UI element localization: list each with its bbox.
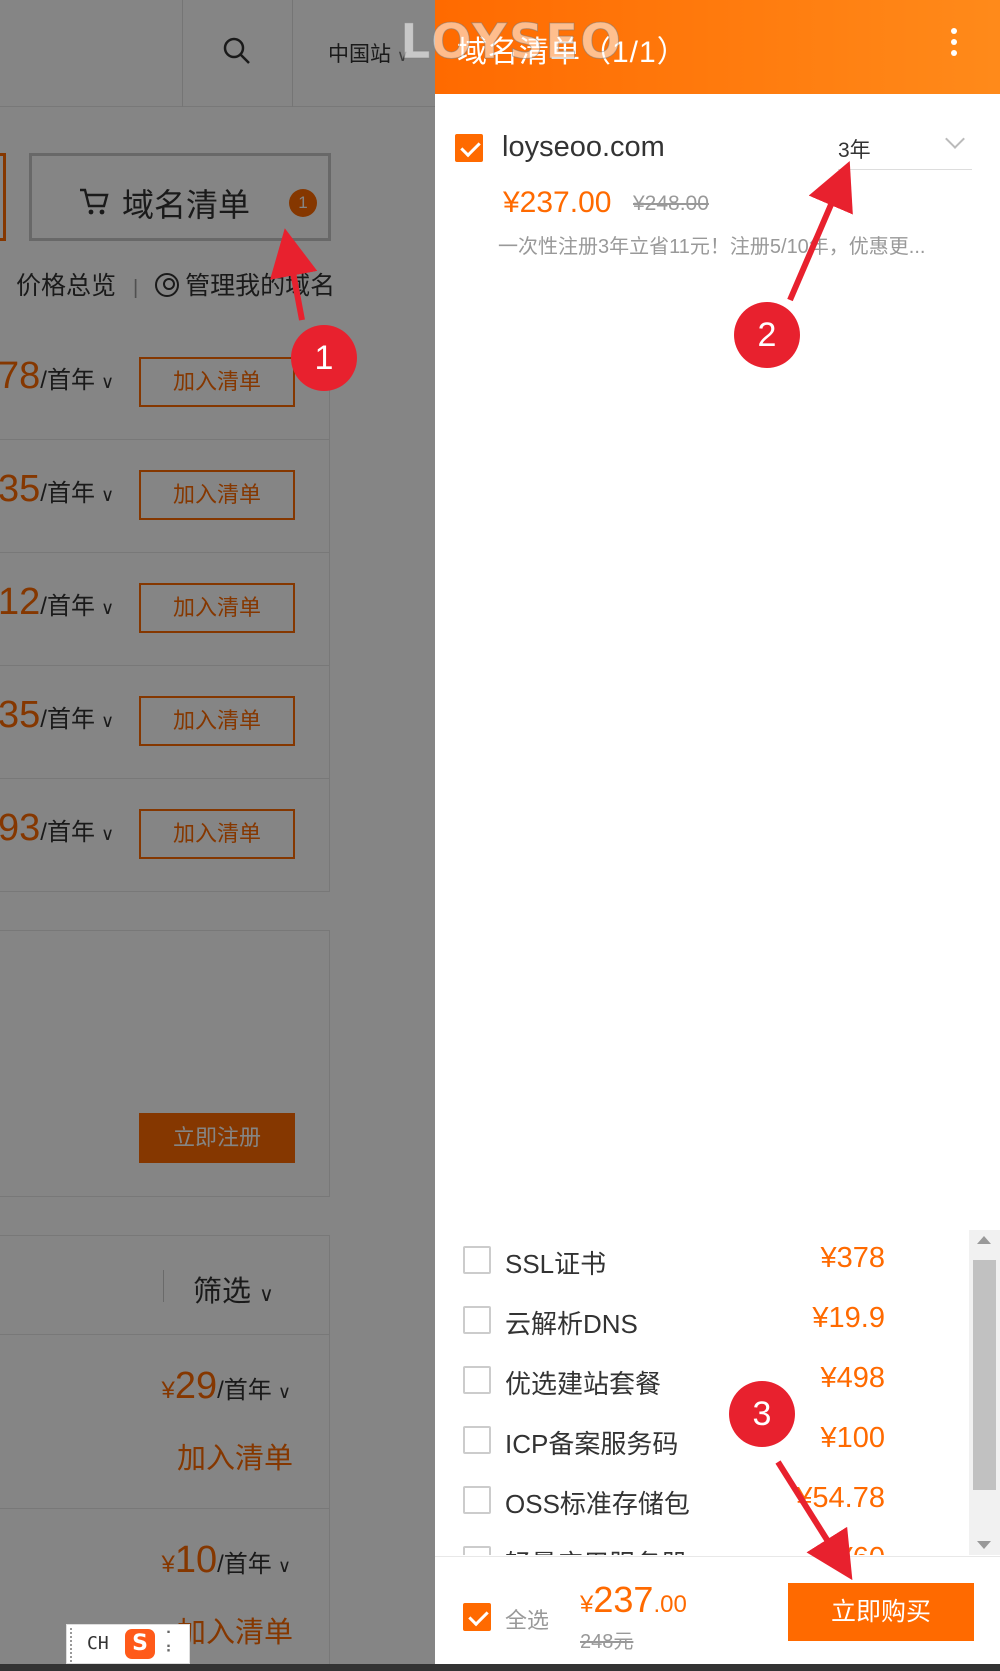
addon-name: OSS标准存储包 xyxy=(505,1489,690,1519)
promo-note: 一次性注册3年立省11元！注册5/10年，优惠更... xyxy=(498,236,926,258)
domain-item-checkbox[interactable] xyxy=(455,134,483,162)
addon-name: 轻量应用服务器 xyxy=(505,1544,687,1555)
addon-price: ¥19.9 xyxy=(812,1302,885,1334)
addon-name: SSL证书 xyxy=(505,1249,607,1279)
scroll-down-arrow-icon[interactable] xyxy=(977,1541,991,1549)
total-original-price: 248元 xyxy=(580,1631,634,1653)
addon-price: ¥100 xyxy=(820,1422,885,1454)
addon-item: OSS标准存储包 ¥54.78 xyxy=(435,1470,969,1530)
addon-checkbox[interactable] xyxy=(463,1306,491,1334)
addon-price: ¥378 xyxy=(820,1242,885,1274)
addon-item: 轻量应用服务器 ¥60 xyxy=(435,1530,969,1555)
total-decimal: .00 xyxy=(653,1591,687,1618)
step-marker-2: 2 xyxy=(734,302,800,368)
domain-list-drawer: 域名清单（1/1） loyseoo.com 3年 ¥237.00 ¥248.00… xyxy=(435,0,1000,1671)
select-all-label[interactable]: 全选 xyxy=(505,1603,549,1635)
addon-list[interactable]: SSL证书 ¥378 云解析DNS ¥19.9 优选建站套餐 ¥498 ICP备… xyxy=(435,1230,969,1555)
total-currency: ¥ xyxy=(580,1591,594,1618)
total-price: ¥237.00 xyxy=(580,1579,687,1621)
ime-menu-icon[interactable]: ⠁ ⠃ xyxy=(165,1630,177,1660)
addon-item: 优选建站套餐 ¥498 xyxy=(435,1350,969,1410)
addon-checkbox[interactable] xyxy=(463,1486,491,1514)
addon-scrollbar[interactable] xyxy=(969,1230,1000,1555)
step-marker-1: 1 xyxy=(291,325,357,391)
scroll-up-arrow-icon[interactable] xyxy=(977,1236,991,1244)
ime-language[interactable]: CH xyxy=(87,1633,109,1654)
watermark: LOYSEO xyxy=(400,14,623,71)
ime-drag-handle[interactable] xyxy=(70,1628,72,1662)
checkout-footer: 全选 ¥237.00 248元 立即购买 xyxy=(435,1556,1000,1671)
term-select[interactable]: 3年 xyxy=(838,128,972,170)
addon-item: SSL证书 ¥378 xyxy=(435,1230,969,1290)
addon-name: 云解析DNS xyxy=(505,1309,638,1339)
domain-original-price: ¥248.00 xyxy=(633,192,709,215)
addon-checkbox[interactable] xyxy=(463,1426,491,1454)
more-vertical-icon[interactable] xyxy=(950,28,958,58)
chevron-down-icon xyxy=(945,129,965,149)
select-all-checkbox[interactable] xyxy=(463,1603,491,1631)
bottom-strip xyxy=(0,1664,1000,1671)
addon-checkbox[interactable] xyxy=(463,1246,491,1274)
addon-checkbox[interactable] xyxy=(463,1546,491,1555)
domain-price: ¥237.00 xyxy=(503,186,612,219)
addon-price: ¥54.78 xyxy=(796,1482,885,1514)
total-main: 237 xyxy=(593,1579,654,1620)
ime-toolbar[interactable]: CH S ⠁ ⠃ xyxy=(66,1624,190,1664)
addon-checkbox[interactable] xyxy=(463,1366,491,1394)
term-value: 3年 xyxy=(838,139,871,162)
buy-now-button[interactable]: 立即购买 xyxy=(788,1583,974,1641)
addon-name: ICP备案服务码 xyxy=(505,1429,679,1459)
domain-name: loyseoo.com xyxy=(502,131,665,163)
addon-price: ¥60 xyxy=(837,1542,885,1555)
addon-name: 优选建站套餐 xyxy=(505,1369,662,1399)
scrollbar-thumb[interactable] xyxy=(973,1260,996,1490)
modal-overlay[interactable] xyxy=(0,0,435,1671)
addon-item: ICP备案服务码 ¥100 xyxy=(435,1410,969,1470)
sogou-logo-icon[interactable]: S xyxy=(125,1629,155,1659)
step-marker-3: 3 xyxy=(729,1381,795,1447)
addon-price: ¥498 xyxy=(820,1362,885,1394)
addon-item: 云解析DNS ¥19.9 xyxy=(435,1290,969,1350)
